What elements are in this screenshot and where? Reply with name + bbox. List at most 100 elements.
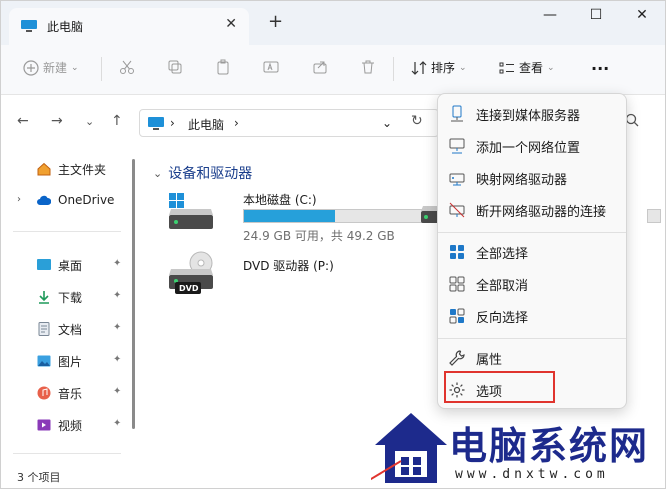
close-tab-icon[interactable]: ✕ (225, 16, 237, 32)
sidebar-item-label: 下载 (58, 291, 83, 305)
navigation-pane: 主文件夹 › OneDrive 桌面 ✦ 下载 ✦ 文档 ✦ 图片 ✦ 音乐 ✦… (1, 151, 139, 461)
rename-icon[interactable] (263, 59, 279, 75)
more-options-button[interactable]: ··· (591, 59, 609, 78)
copy-icon[interactable] (167, 59, 183, 75)
document-icon (38, 322, 50, 336)
menu-item-select-none[interactable]: 全部取消 (438, 268, 626, 298)
sidebar-item-music[interactable]: 音乐 ✦ (1, 379, 131, 407)
pin-icon[interactable]: ✦ (113, 322, 121, 333)
file-explorer-window: 此电脑 ✕ + — ☐ ✕ 新建 ⌄ 排序 ⌄ 查看 ⌄ ··· ← → ⌄ ↑… (0, 0, 666, 489)
menu-divider (438, 338, 626, 339)
sidebar-item-label: 图片 (58, 355, 83, 369)
back-button[interactable]: ← (17, 113, 29, 129)
chevron-down-icon: ⌄ (547, 62, 555, 73)
sidebar-item-label: 文档 (58, 323, 83, 337)
hard-drive-icon (169, 193, 213, 229)
drive-c[interactable]: 本地磁盘 (C:) 24.9 GB 可用，共 49.2 GB (167, 191, 437, 243)
menu-item-map-network-drive[interactable]: 映射网络驱动器 (438, 162, 626, 192)
pin-icon[interactable]: ✦ (113, 354, 121, 365)
breadcrumb-this-pc[interactable]: 此电脑 (188, 116, 224, 133)
tab-this-pc[interactable]: 此电脑 ✕ (9, 8, 249, 45)
menu-item-add-network-location[interactable]: 添加一个网络位置 (438, 130, 626, 160)
menu-item-label: 全部取消 (476, 279, 529, 294)
maximize-button[interactable]: ☐ (581, 7, 611, 23)
delete-icon[interactable] (360, 59, 376, 75)
this-pc-icon (21, 20, 37, 32)
menu-item-disconnect-network-drive[interactable]: 断开网络驱动器的连接 (438, 194, 626, 224)
view-button[interactable]: 查看 ⌄ (499, 59, 555, 76)
sidebar-divider (13, 231, 121, 232)
invert-selection-icon (449, 308, 465, 324)
share-icon[interactable] (312, 59, 328, 75)
sidebar-item-onedrive[interactable]: › OneDrive (1, 187, 131, 215)
sidebar-item-documents[interactable]: 文档 ✦ (1, 315, 131, 343)
new-button[interactable]: 新建 ⌄ (23, 59, 79, 76)
drive-usage-fill (244, 210, 336, 222)
picture-icon (37, 355, 51, 367)
address-dropdown-icon[interactable]: ⌄ (382, 116, 392, 130)
menu-divider (438, 232, 626, 233)
this-pc-icon (148, 117, 164, 130)
menu-item-label: 映射网络驱动器 (476, 173, 568, 188)
group-header-devices[interactable]: ⌄ 设备和驱动器 (153, 163, 252, 183)
view-label: 查看 (519, 61, 544, 75)
house-logo-icon (371, 413, 447, 483)
sidebar-item-pictures[interactable]: 图片 ✦ (1, 347, 131, 375)
media-server-icon (451, 105, 463, 122)
more-options-menu: 连接到媒体服务器 添加一个网络位置 映射网络驱动器 断开网络驱动器的连接 全部选… (437, 93, 627, 409)
dvd-badge: DVD (179, 284, 199, 293)
forward-button[interactable]: → (51, 113, 63, 129)
cut-icon[interactable] (119, 59, 135, 75)
chevron-down-icon: ⌄ (71, 62, 79, 73)
menu-item-label: 反向选择 (476, 311, 529, 326)
sidebar-item-label: 音乐 (58, 387, 83, 401)
select-all-icon (450, 245, 464, 259)
minimize-button[interactable]: — (535, 7, 565, 23)
sidebar-scrollbar[interactable] (132, 159, 135, 429)
cloud-icon (37, 195, 51, 205)
menu-item-select-all[interactable]: 全部选择 (438, 236, 626, 266)
network-location-icon (449, 138, 465, 154)
menu-item-properties[interactable]: 属性 (438, 342, 626, 372)
chevron-right-icon[interactable]: › (17, 194, 21, 205)
drive-dvd[interactable]: DVD DVD 驱动器 (P:) (167, 251, 437, 301)
sidebar-item-downloads[interactable]: 下载 ✦ (1, 283, 131, 311)
title-bar: 此电脑 ✕ + — ☐ ✕ (1, 1, 665, 45)
breadcrumb-separator: › (170, 116, 175, 130)
hard-drive-icon (421, 206, 439, 223)
watermark-text: 电脑系统网 (449, 423, 650, 468)
search-icon[interactable] (625, 113, 639, 127)
refresh-button[interactable]: ↻ (411, 113, 423, 129)
recent-locations-button[interactable]: ⌄ (85, 115, 94, 128)
breadcrumb-separator[interactable]: › (234, 116, 239, 130)
download-icon (39, 291, 49, 304)
disconnect-drive-icon (449, 202, 465, 218)
sidebar-item-home[interactable]: 主文件夹 (1, 155, 131, 183)
group-title: 设备和驱动器 (168, 166, 253, 182)
pin-icon[interactable]: ✦ (113, 386, 121, 397)
desktop-icon (37, 259, 51, 270)
pin-icon[interactable]: ✦ (113, 290, 121, 301)
new-tab-button[interactable]: + (268, 11, 283, 32)
pin-icon[interactable]: ✦ (113, 258, 121, 269)
sort-label: 排序 (431, 61, 456, 75)
drive-name: DVD 驱动器 (P:) (243, 259, 334, 273)
sort-button[interactable]: 排序 ⌄ (411, 59, 467, 76)
address-bar[interactable]: › 此电脑 › ⌄ (139, 109, 439, 137)
close-window-button[interactable]: ✕ (627, 7, 657, 23)
sidebar-item-videos[interactable]: 视频 ✦ (1, 411, 131, 439)
plus-circle-icon (23, 59, 39, 76)
up-button[interactable]: ↑ (111, 113, 123, 129)
menu-item-connect-media-server[interactable]: 连接到媒体服务器 (438, 98, 626, 128)
home-icon (37, 162, 51, 176)
sidebar-item-desktop[interactable]: 桌面 ✦ (1, 251, 131, 279)
watermark-url: www.dnxtw.com (455, 467, 609, 482)
toolbar-divider (393, 57, 394, 81)
pin-icon[interactable]: ✦ (113, 418, 121, 429)
tab-title: 此电脑 (47, 20, 84, 34)
paste-icon[interactable] (215, 59, 231, 75)
menu-item-label: 连接到媒体服务器 (476, 109, 581, 124)
music-icon (37, 386, 51, 400)
menu-item-invert-selection[interactable]: 反向选择 (438, 300, 626, 330)
new-label: 新建 (43, 61, 68, 75)
